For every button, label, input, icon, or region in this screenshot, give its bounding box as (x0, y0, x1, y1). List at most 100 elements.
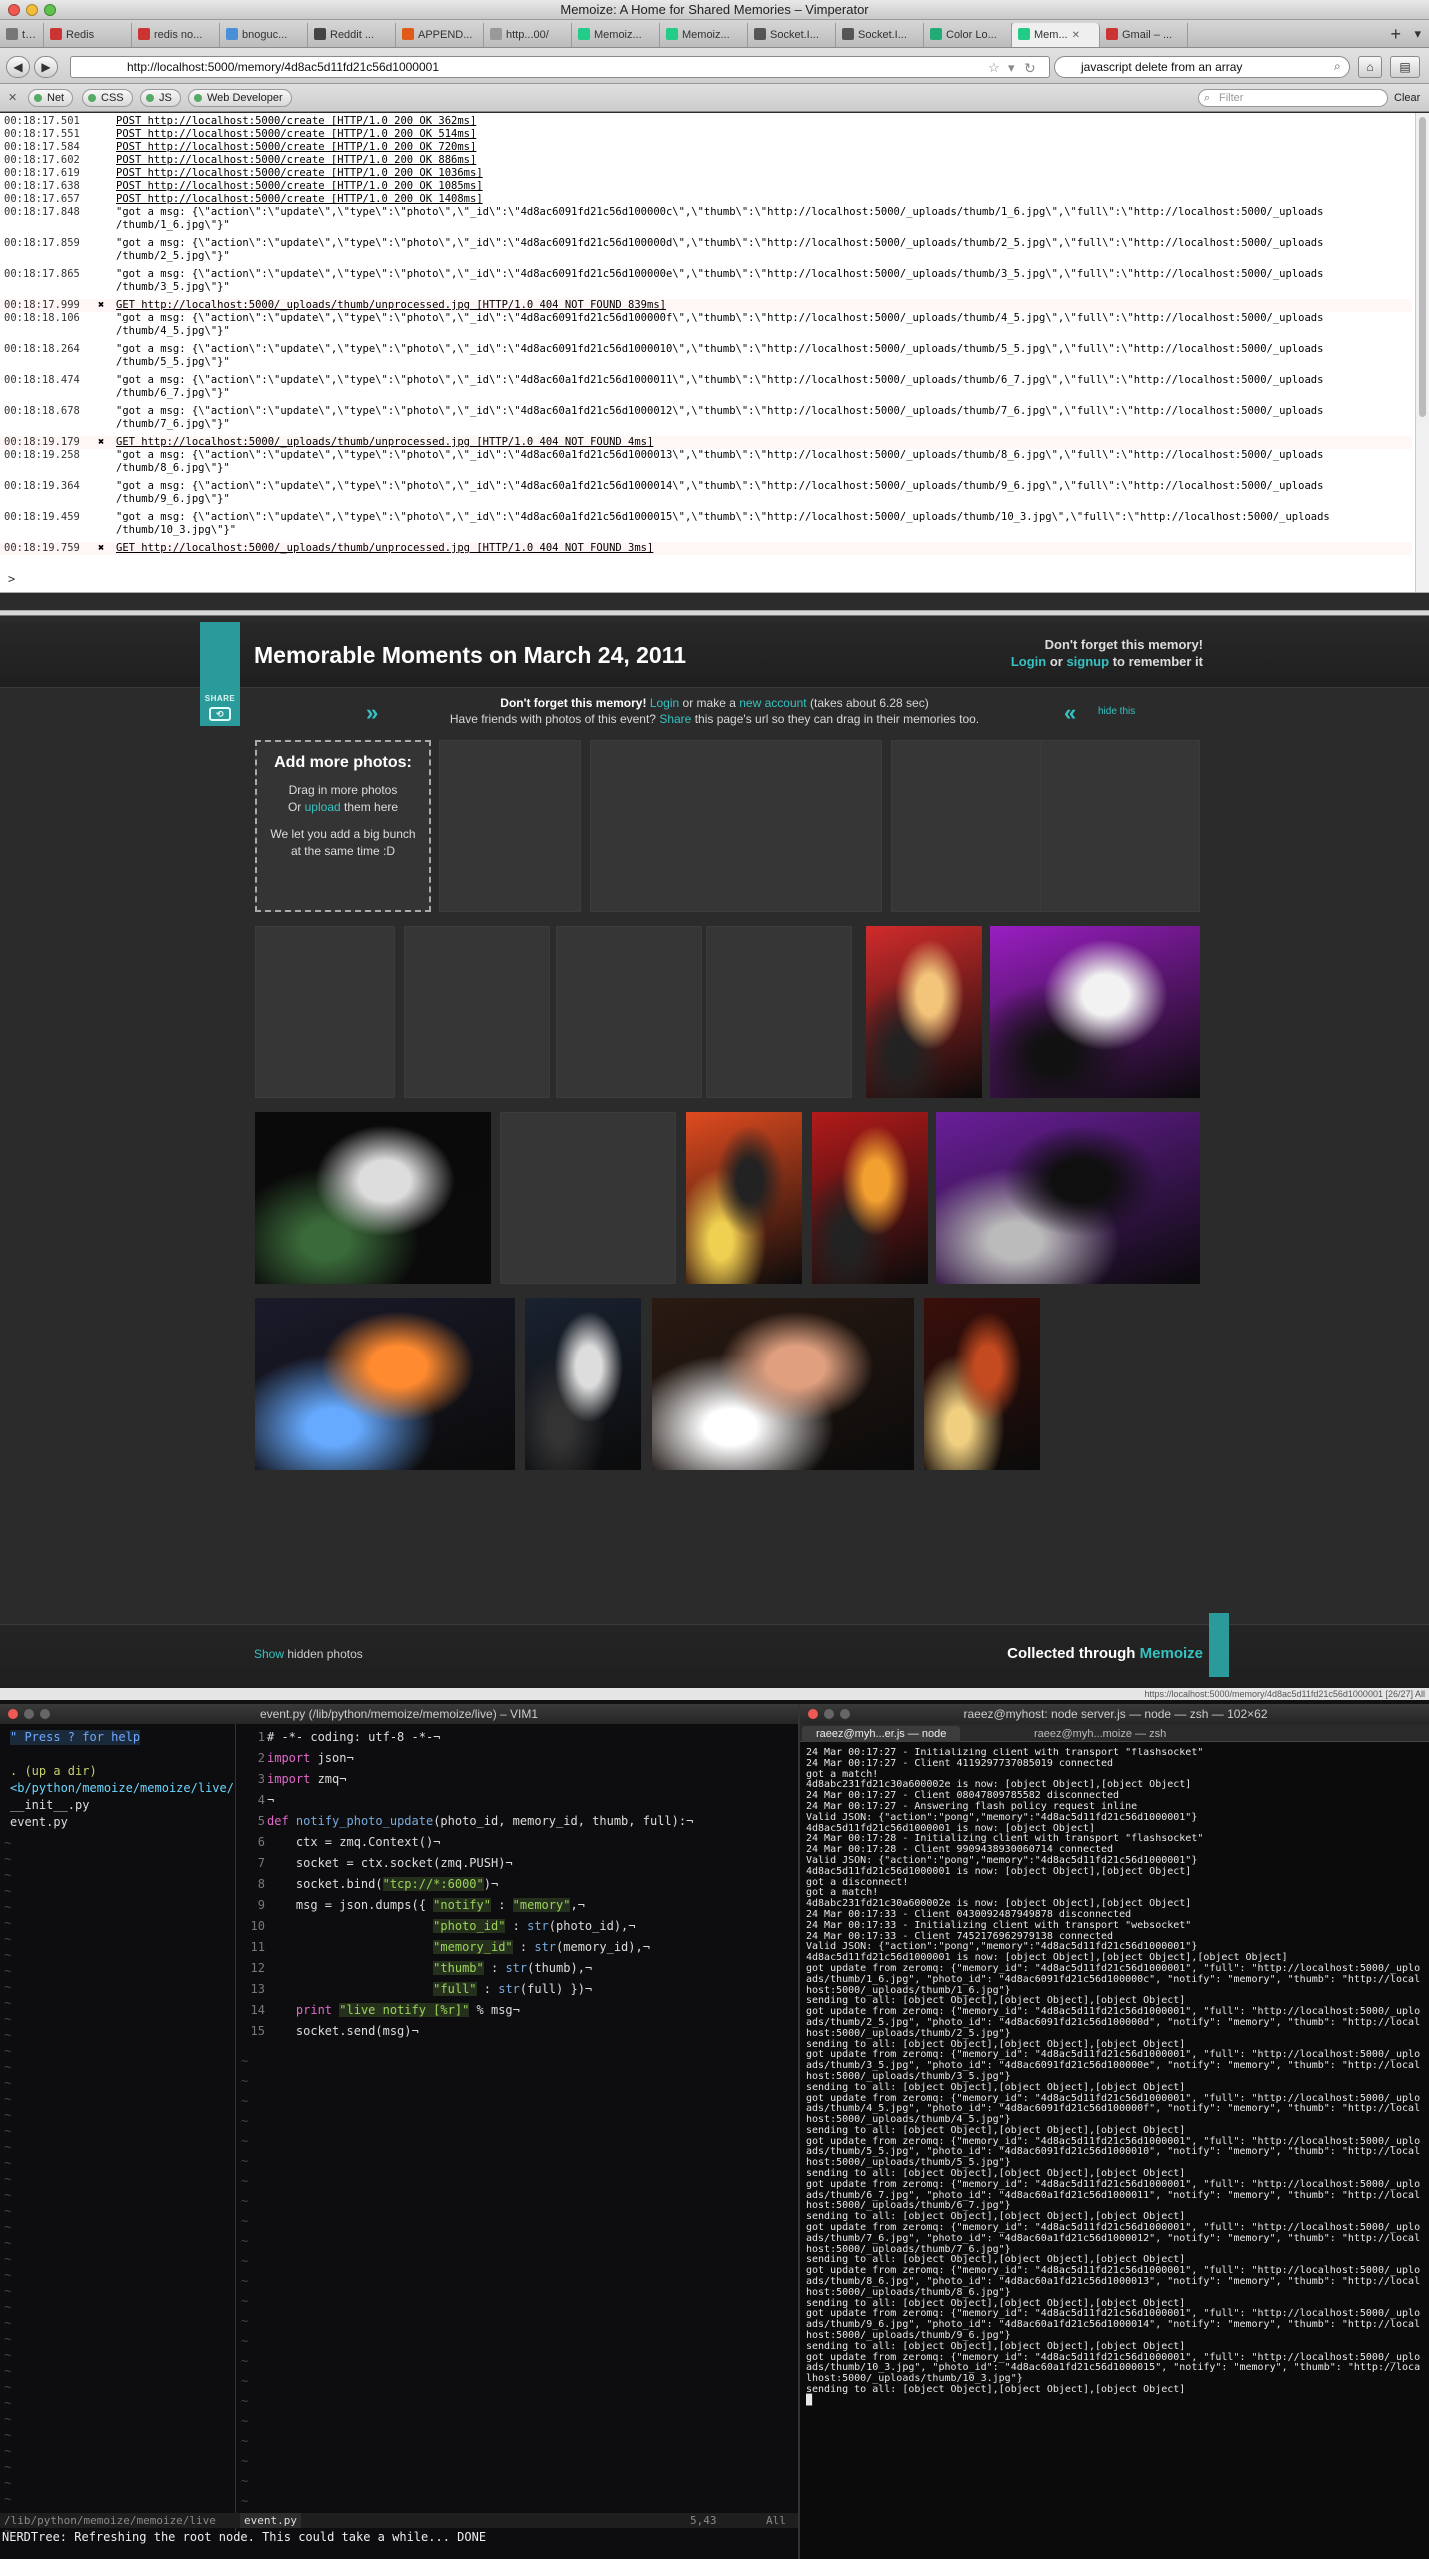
console-log-row[interactable]: 00:18:17.859 "got a msg: {\"action\":\"up… (0, 237, 1412, 263)
header-signup-link[interactable]: signup (1066, 654, 1109, 669)
memoize-brand-link[interactable]: Memoize (1140, 1645, 1203, 1662)
browser-tab[interactable]: Memoiz... (572, 23, 660, 47)
code-line[interactable]: socket = ctx.socket(zmq.PUSH)¬ (267, 1856, 513, 1870)
net-panel-button[interactable]: Net (28, 89, 74, 107)
memory-photo[interactable] (812, 1112, 928, 1284)
bookmark-star-icon[interactable]: ☆ (988, 60, 1000, 76)
console-input[interactable]: > (8, 572, 15, 586)
code-line[interactable]: msg = json.dumps({ "notify" : "memory",¬ (267, 1898, 585, 1912)
code-line[interactable]: print "live notify [%r]" % msg¬ (267, 2003, 520, 2017)
terminal-minimize-button[interactable] (824, 1709, 834, 1719)
browser-tab[interactable]: http...00/ (484, 23, 572, 47)
console-filter-input[interactable]: Filter (1198, 89, 1388, 107)
memory-photo[interactable] (255, 1112, 491, 1284)
browser-tab[interactable]: Gmail – ... (1100, 23, 1188, 47)
forward-button[interactable]: ▶ (34, 56, 58, 78)
show-hidden-photos[interactable]: Show hidden photos (254, 1647, 363, 1661)
terminal-zoom-button[interactable] (840, 1709, 850, 1719)
reload-icon[interactable]: ↻ (1024, 60, 1036, 77)
web-developer-button[interactable]: Web Developer (188, 89, 292, 107)
info-new-account-link[interactable]: new account (739, 696, 806, 710)
console-splitter[interactable] (0, 610, 1429, 616)
code-line[interactable]: "thumb" : str(thumb),¬ (267, 1961, 592, 1975)
code-line[interactable]: ¬ (267, 1793, 274, 1807)
console-scrollbar[interactable] (1415, 113, 1429, 592)
terminal-tab-zsh[interactable]: raeez@myh...moize — zsh (1020, 1726, 1180, 1742)
memory-photo[interactable] (652, 1298, 914, 1470)
upload-link[interactable]: upload (305, 800, 341, 814)
new-tab-button[interactable]: + (1390, 24, 1401, 45)
browser-tab[interactable]: tu... (0, 23, 44, 47)
terminal-tab-node[interactable]: raeez@myh...er.js — node (802, 1726, 961, 1742)
console-log-row[interactable]: 00:18:19.258 "got a msg: {\"action\":\"up… (0, 449, 1412, 475)
memory-photo[interactable] (924, 1298, 1040, 1470)
menu-icon[interactable]: ▤ (1390, 56, 1420, 78)
console-log-row[interactable]: 00:18:18.474 "got a msg: {\"action\":\"up… (0, 374, 1412, 400)
code-line[interactable]: "memory_id" : str(memory_id),¬ (267, 1940, 650, 1954)
code-line[interactable]: def notify_photo_update(photo_id, memory… (267, 1814, 693, 1828)
browser-tab[interactable]: Redis (44, 23, 132, 47)
double-chevron-left-icon[interactable]: « (1064, 700, 1076, 726)
memory-photo[interactable] (990, 926, 1200, 1098)
home-icon[interactable]: ⌂ (1358, 56, 1382, 78)
nerdtree-row[interactable]: " Press ? for help (10, 1730, 141, 1745)
console-log-row[interactable]: 00:18:17.638 POST http://localhost:5000/c… (0, 180, 1412, 193)
terminal-output[interactable]: 24 Mar 00:17:27 - Initializing client wi… (806, 1748, 1424, 2556)
console-log-row[interactable]: 00:18:17.865 "got a msg: {\"action\":\"up… (0, 268, 1412, 294)
info-login-link[interactable]: Login (650, 696, 679, 710)
memory-photo[interactable] (686, 1112, 802, 1284)
code-line[interactable]: # -*- coding: utf-8 -*-¬ (267, 1730, 440, 1744)
nerdtree-row[interactable]: <b/python/memoize/memoize/live/ (10, 1781, 234, 1796)
browser-tab[interactable]: Memoiz... (660, 23, 748, 47)
browser-tab[interactable]: APPEND... (396, 23, 484, 47)
js-panel-button[interactable]: JS (140, 89, 181, 107)
hide-this-link[interactable]: hide this (1098, 706, 1135, 717)
nerdtree-pane[interactable]: " Press ? for help . (up a dir) <b/python/… (0, 1724, 236, 2538)
url-field[interactable]: http://localhost:5000/memory/4d8ac5d11fd… (70, 56, 1050, 78)
console-log-row[interactable]: 00:18:17.848 "got a msg: {\"action\":\"up… (0, 206, 1412, 232)
search-icon[interactable]: ⌕ (1334, 59, 1341, 74)
nerdtree-row[interactable]: event.py (10, 1815, 68, 1830)
vim-minimize-button[interactable] (24, 1709, 34, 1719)
browser-tab[interactable]: Color Lo... (924, 23, 1012, 47)
browser-tab[interactable]: redis no... (132, 23, 220, 47)
console-log-row[interactable]: 00:18:17.619 POST http://localhost:5000/c… (0, 167, 1412, 180)
close-window-button[interactable] (8, 4, 20, 16)
code-line[interactable]: import json¬ (267, 1751, 354, 1765)
console-log-row[interactable]: 00:18:18.678 "got a msg: {\"action\":\"up… (0, 405, 1412, 431)
terminal-close-button[interactable] (808, 1709, 818, 1719)
search-field[interactable]: javascript delete from an array (1054, 56, 1350, 78)
dropdown-arrow-icon[interactable]: ▾ (1008, 60, 1015, 76)
console-clear-button[interactable]: Clear (1394, 89, 1420, 107)
console-log-row[interactable]: 00:18:18.106 "got a msg: {\"action\":\"up… (0, 312, 1412, 338)
show-link[interactable]: Show (254, 1647, 284, 1661)
console-log-row[interactable]: 00:18:19.459 "got a msg: {\"action\":\"up… (0, 511, 1412, 537)
memory-photo[interactable] (525, 1298, 641, 1470)
vim-zoom-button[interactable] (40, 1709, 50, 1719)
console-log-row[interactable]: 00:18:18.264 "got a msg: {\"action\":\"up… (0, 343, 1412, 369)
console-log-row[interactable]: 00:18:19.364 "got a msg: {\"action\":\"up… (0, 480, 1412, 506)
browser-tab[interactable]: Socket.I... (748, 23, 836, 47)
browser-tab[interactable]: Mem... ✕ (1012, 23, 1100, 47)
console-log-row[interactable]: 00:18:17.584 POST http://localhost:5000/c… (0, 141, 1412, 154)
code-line[interactable]: import zmq¬ (267, 1772, 346, 1786)
browser-tab[interactable]: Socket.I... (836, 23, 924, 47)
vim-close-button[interactable] (8, 1709, 18, 1719)
back-button[interactable]: ◀ (6, 56, 30, 78)
close-tab-icon[interactable]: ✕ (1072, 30, 1080, 41)
console-log-row[interactable]: 00:18:17.602 POST http://localhost:5000/c… (0, 154, 1412, 167)
console-close-icon[interactable]: ✕ (8, 91, 17, 104)
memory-photo[interactable] (255, 1298, 515, 1470)
memory-photo[interactable] (936, 1112, 1200, 1284)
nerdtree-row[interactable]: . (up a dir) (10, 1764, 97, 1779)
info2-share-link[interactable]: Share (659, 712, 691, 726)
header-login-link[interactable]: Login (1011, 654, 1046, 669)
browser-tab[interactable]: bnoguc... (220, 23, 308, 47)
css-panel-button[interactable]: CSS (82, 89, 133, 107)
zoom-window-button[interactable] (44, 4, 56, 16)
console-error-row[interactable]: 00:18:17.999 ✖ GET http://localhost:5000/_… (0, 299, 1412, 312)
console-log-row[interactable]: 00:18:17.501 POST http://localhost:5000/c… (0, 115, 1412, 128)
code-editor[interactable]: 1 # -*- coding: utf-8 -*-¬ 2 import json¬ 3 i… (237, 1724, 798, 2532)
code-line[interactable]: "full" : str(full) })¬ (267, 1982, 592, 1996)
console-log-row[interactable]: 00:18:17.551 POST http://localhost:5000/c… (0, 128, 1412, 141)
